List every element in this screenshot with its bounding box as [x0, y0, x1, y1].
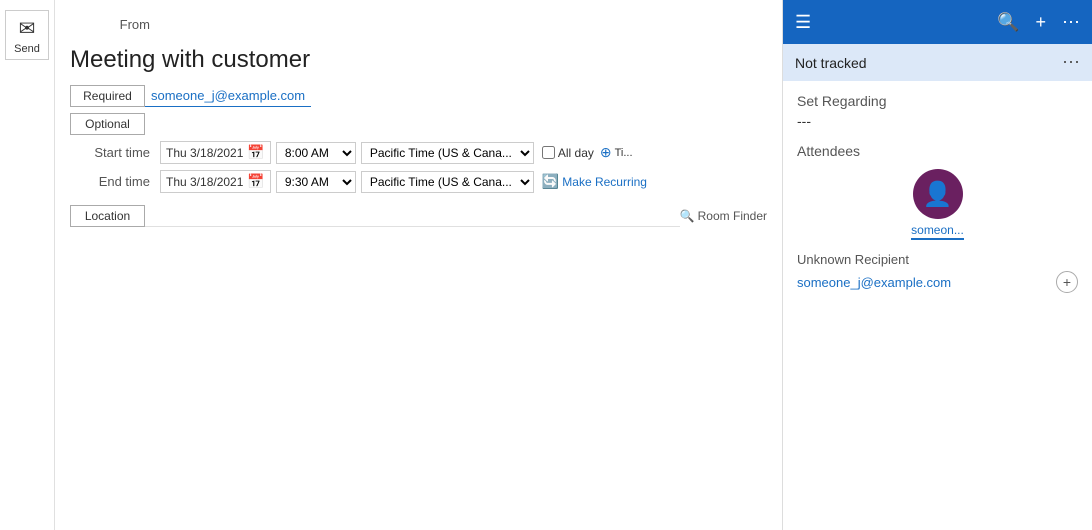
- location-field[interactable]: [145, 205, 680, 227]
- start-timezone-select[interactable]: Pacific Time (US & Cana...: [361, 142, 534, 164]
- required-button[interactable]: Required: [70, 85, 145, 107]
- unknown-email-row: someone_j@example.com +: [797, 271, 1078, 293]
- allday-wrapper: All day: [542, 146, 594, 160]
- start-date-picker[interactable]: Thu 3/18/2021 📅: [160, 141, 271, 164]
- unknown-recipient-section: Unknown Recipient someone_j@example.com …: [797, 252, 1078, 293]
- allday-checkbox[interactable]: [542, 146, 555, 159]
- send-label: Send: [14, 43, 40, 55]
- start-calendar-icon[interactable]: 📅: [247, 144, 264, 161]
- location-row: Location 🔍 Room Finder: [70, 205, 767, 227]
- header-actions: 🔍 + ⋯: [997, 12, 1080, 33]
- start-date-text: Thu 3/18/2021: [166, 146, 243, 160]
- add-recipient-icon: +: [1063, 274, 1071, 290]
- end-time-select[interactable]: 9:30 AM: [276, 171, 356, 193]
- search-icon[interactable]: 🔍: [997, 12, 1019, 33]
- attendees-label: Attendees: [797, 143, 1078, 159]
- send-icon: ✉: [19, 16, 36, 41]
- start-time-row: Start time Thu 3/18/2021 📅 8:00 AM Pacif…: [70, 141, 767, 164]
- more-dots-icon[interactable]: ⋯: [1062, 12, 1080, 33]
- avatar[interactable]: 👤: [913, 169, 963, 219]
- make-recurring-button[interactable]: 🔄 Make Recurring: [542, 173, 647, 190]
- recurring-label: Make Recurring: [562, 175, 647, 189]
- compose-area: From Meeting with customer Required some…: [55, 0, 782, 530]
- meeting-title[interactable]: Meeting with customer: [70, 46, 310, 75]
- avatar-icon: 👤: [923, 180, 953, 209]
- add-recipient-button[interactable]: +: [1056, 271, 1078, 293]
- right-panel: ☰ 🔍 + ⋯ Not tracked ⋯ Set Regarding --- …: [782, 0, 1092, 530]
- required-email[interactable]: someone_j@example.com: [145, 85, 311, 107]
- attendee-card: 👤 someon...: [797, 169, 1078, 240]
- allday-label: All day: [558, 146, 594, 160]
- location-button[interactable]: Location: [70, 205, 145, 227]
- add-icon[interactable]: +: [1035, 12, 1046, 33]
- title-row: Meeting with customer: [70, 46, 767, 75]
- room-finder-button[interactable]: 🔍 Room Finder: [680, 209, 767, 223]
- unknown-email[interactable]: someone_j@example.com: [797, 275, 951, 290]
- optional-field[interactable]: [145, 113, 767, 134]
- end-date-picker[interactable]: Thu 3/18/2021 📅: [160, 170, 271, 193]
- end-time-label: End time: [70, 174, 160, 189]
- right-content: Set Regarding --- Attendees 👤 someon... …: [783, 81, 1092, 530]
- set-regarding-label: Set Regarding: [797, 93, 1078, 109]
- header-icons: ☰: [795, 12, 811, 33]
- required-row: Required someone_j@example.com: [70, 85, 767, 107]
- send-panel: ✉ Send: [0, 0, 55, 530]
- end-time-row: End time Thu 3/18/2021 📅 9:30 AM Pacific…: [70, 170, 767, 193]
- from-row: From: [70, 10, 767, 38]
- attendee-name[interactable]: someon...: [911, 223, 964, 240]
- skype-icon: ⊕: [600, 144, 612, 161]
- room-finder-label: Room Finder: [698, 209, 767, 223]
- start-time-select[interactable]: 8:00 AM: [276, 142, 356, 164]
- end-timezone-select[interactable]: Pacific Time (US & Cana...: [361, 171, 534, 193]
- recurring-icon: 🔄: [542, 173, 559, 190]
- not-tracked-more-icon[interactable]: ⋯: [1062, 52, 1080, 73]
- not-tracked-label: Not tracked: [795, 55, 867, 71]
- regarding-value: ---: [797, 113, 1078, 129]
- right-header: ☰ 🔍 + ⋯: [783, 0, 1092, 44]
- not-tracked-bar: Not tracked ⋯: [783, 44, 1092, 81]
- unknown-recipient-label: Unknown Recipient: [797, 252, 1078, 267]
- room-finder-icon: 🔍: [680, 209, 695, 223]
- optional-button[interactable]: Optional: [70, 113, 145, 135]
- skype-meeting-label: Ti...: [615, 147, 633, 159]
- start-time-label: Start time: [70, 145, 160, 160]
- end-calendar-icon[interactable]: 📅: [247, 173, 264, 190]
- optional-row: Optional: [70, 113, 767, 135]
- end-date-text: Thu 3/18/2021: [166, 175, 243, 189]
- from-label: From: [70, 17, 160, 32]
- hamburger-icon[interactable]: ☰: [795, 12, 811, 33]
- send-button[interactable]: ✉ Send: [5, 10, 49, 60]
